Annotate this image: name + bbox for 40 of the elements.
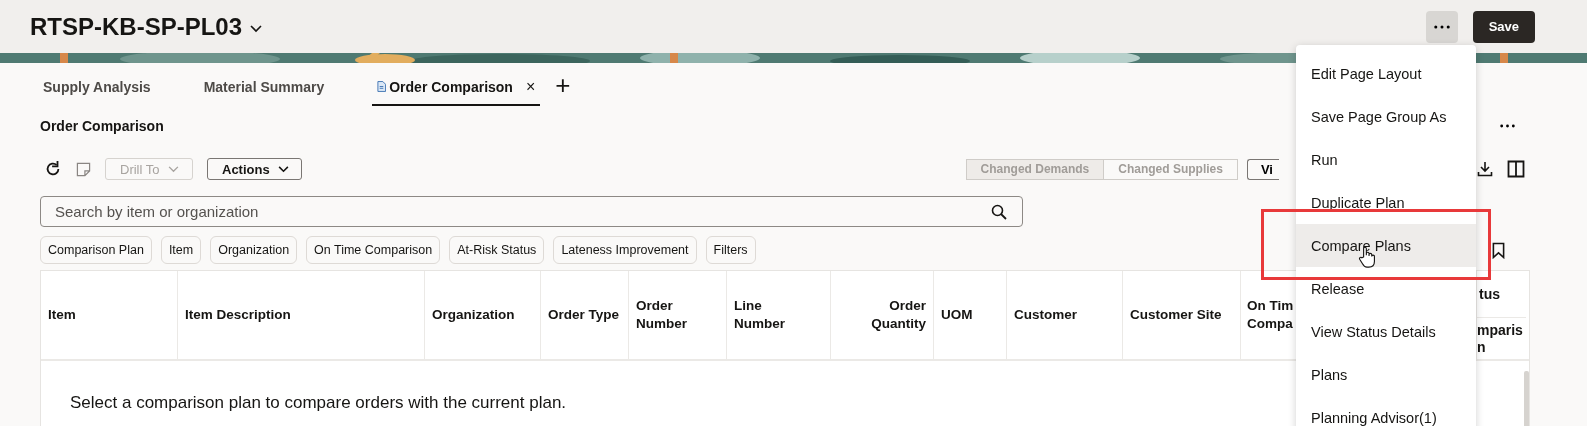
tab[interactable]: Order Comparison × xyxy=(372,69,541,106)
actions-button[interactable]: Actions xyxy=(207,158,302,180)
filter-chip[interactable]: Organization xyxy=(210,236,298,264)
add-tab-button[interactable]: + xyxy=(555,71,571,98)
column-header[interactable]: Item Description xyxy=(178,271,425,359)
column-header[interactable]: Customer xyxy=(1007,271,1123,359)
menu-item[interactable]: Run xyxy=(1296,138,1476,181)
column-group-header: tus xyxy=(1477,271,1526,318)
column-header[interactable]: Item xyxy=(41,271,178,359)
filter-chip[interactable]: Filters xyxy=(705,236,756,264)
search-field[interactable]: Search by item or organization xyxy=(40,195,1023,227)
filter-chip[interactable]: Item xyxy=(160,236,202,264)
column-header[interactable]: Order Quantity xyxy=(831,271,934,359)
column-header[interactable]: Order Type xyxy=(541,271,629,359)
menu-item[interactable]: Planning Advisor(1) xyxy=(1296,396,1476,426)
save-button[interactable]: Save xyxy=(1472,10,1535,43)
filter-chip[interactable]: Lateness Improvement xyxy=(553,236,697,264)
close-button[interactable]: × xyxy=(525,77,536,96)
column-header[interactable]: Organization xyxy=(425,271,541,359)
menu-item[interactable]: Save Page Group As xyxy=(1296,95,1476,138)
menu-item[interactable]: Release xyxy=(1296,267,1476,310)
tab[interactable]: Supply Analysis xyxy=(38,69,156,106)
menu-item[interactable]: Plans xyxy=(1296,353,1476,396)
column-header[interactable]: Order Number xyxy=(629,271,727,359)
menu-item[interactable]: View Status Details xyxy=(1296,310,1476,353)
page-title: RTSP-KB-SP-PL03 xyxy=(30,12,243,41)
column-header[interactable]: Line Number xyxy=(727,271,831,359)
menu-item[interactable]: Edit Page Layout xyxy=(1296,52,1476,95)
column-header[interactable]: UOM xyxy=(934,271,1007,359)
filter-chip[interactable]: On Time Comparison xyxy=(306,236,441,264)
filter-chip[interactable]: At-Risk Status xyxy=(449,236,545,264)
filter-chip[interactable]: Comparison Plan xyxy=(40,236,152,264)
menu-item[interactable]: Duplicate Plan xyxy=(1296,181,1476,224)
column-header[interactable]: mparis n xyxy=(1477,318,1526,359)
tab[interactable]: Material Summary xyxy=(198,69,330,106)
view-button[interactable]: Vi xyxy=(1246,158,1279,180)
menu-item[interactable]: Compare Plans xyxy=(1296,224,1476,267)
section-title: Order Comparison xyxy=(40,118,164,134)
empty-message: Select a comparison plan to compare orders with the current plan. xyxy=(70,393,567,412)
column-header[interactable]: Customer Site xyxy=(1123,271,1241,359)
